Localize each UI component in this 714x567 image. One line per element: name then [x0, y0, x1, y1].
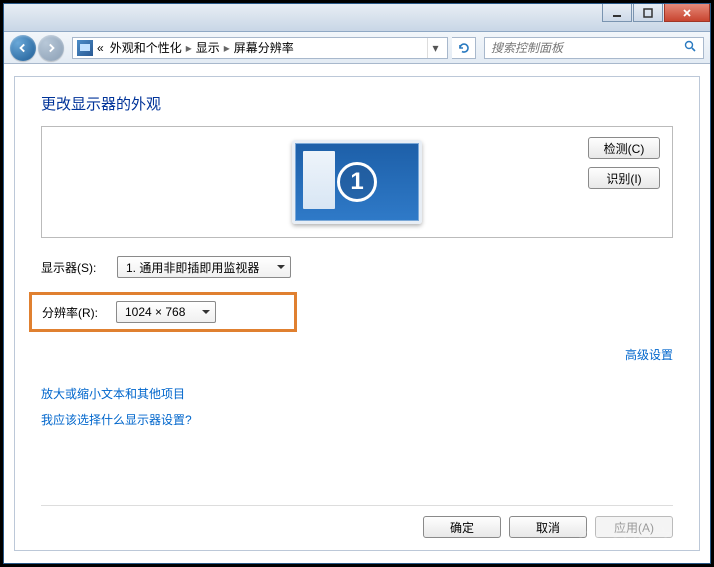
apply-button: 应用(A) [595, 516, 673, 538]
search-box[interactable] [484, 37, 704, 59]
cancel-button[interactable]: 取消 [509, 516, 587, 538]
nav-arrows [10, 35, 64, 61]
monitor-thumbnail[interactable]: 1 [292, 140, 422, 224]
search-input[interactable] [491, 41, 684, 55]
monitor-number-badge: 1 [337, 162, 377, 202]
detect-button[interactable]: 检测(C) [588, 137, 660, 159]
forward-button[interactable] [38, 35, 64, 61]
which-display-link[interactable]: 我应该选择什么显示器设置? [41, 413, 192, 427]
resolution-highlight-box: 分辨率(R): 1024 × 768 [29, 292, 297, 332]
maximize-button[interactable] [633, 4, 663, 22]
identify-button[interactable]: 识别(I) [588, 167, 660, 189]
breadcrumb[interactable]: « 外观和个性化 ▸ 显示 ▸ 屏幕分辨率 ▾ [72, 37, 448, 59]
resolution-label: 分辨率(R): [42, 304, 116, 321]
navbar: « 外观和个性化 ▸ 显示 ▸ 屏幕分辨率 ▾ [4, 32, 710, 64]
resolution-value: 1024 × 768 [125, 305, 185, 319]
refresh-button[interactable] [452, 37, 476, 59]
breadcrumb-dropdown-icon[interactable]: ▾ [427, 38, 443, 58]
breadcrumb-seg2[interactable]: 显示 [196, 39, 220, 56]
dialog-footer: 确定 取消 应用(A) [41, 505, 673, 538]
breadcrumb-prefix: « [97, 41, 104, 55]
advanced-settings-link[interactable]: 高级设置 [625, 348, 673, 362]
search-icon[interactable] [684, 40, 697, 56]
preview-side-buttons: 检测(C) 识别(I) [588, 137, 660, 189]
page-title: 更改显示器的外观 [41, 93, 673, 114]
display-label: 显示器(S): [41, 259, 117, 276]
advanced-link-row: 高级设置 [41, 346, 673, 363]
breadcrumb-seg1[interactable]: 外观和个性化 [110, 39, 182, 56]
body-links: 放大或缩小文本和其他项目 我应该选择什么显示器设置? [41, 381, 673, 434]
titlebar [4, 4, 710, 32]
text-size-link[interactable]: 放大或缩小文本和其他项目 [41, 387, 185, 401]
content-area: 更改显示器的外观 1 检测(C) 识别(I) 显示器(S): 1. 通用非即插即… [14, 76, 700, 551]
chevron-right-icon: ▸ [224, 41, 230, 55]
window-frame: « 外观和个性化 ▸ 显示 ▸ 屏幕分辨率 ▾ 更改显示器的外观 1 检测(C) [3, 3, 711, 564]
breadcrumb-seg3[interactable]: 屏幕分辨率 [234, 39, 294, 56]
resolution-select[interactable]: 1024 × 768 [116, 301, 216, 323]
chevron-right-icon: ▸ [186, 41, 192, 55]
display-value: 1. 通用非即插即用监视器 [126, 259, 259, 276]
ok-button[interactable]: 确定 [423, 516, 501, 538]
monitor-preview-box: 1 检测(C) 识别(I) [41, 126, 673, 238]
display-select[interactable]: 1. 通用非即插即用监视器 [117, 256, 291, 278]
back-button[interactable] [10, 35, 36, 61]
control-panel-icon [77, 40, 93, 56]
close-button[interactable] [664, 4, 710, 22]
minimize-button[interactable] [602, 4, 632, 22]
resolution-row: 分辨率(R): 1024 × 768 [42, 301, 284, 323]
display-row: 显示器(S): 1. 通用非即插即用监视器 [41, 256, 673, 278]
